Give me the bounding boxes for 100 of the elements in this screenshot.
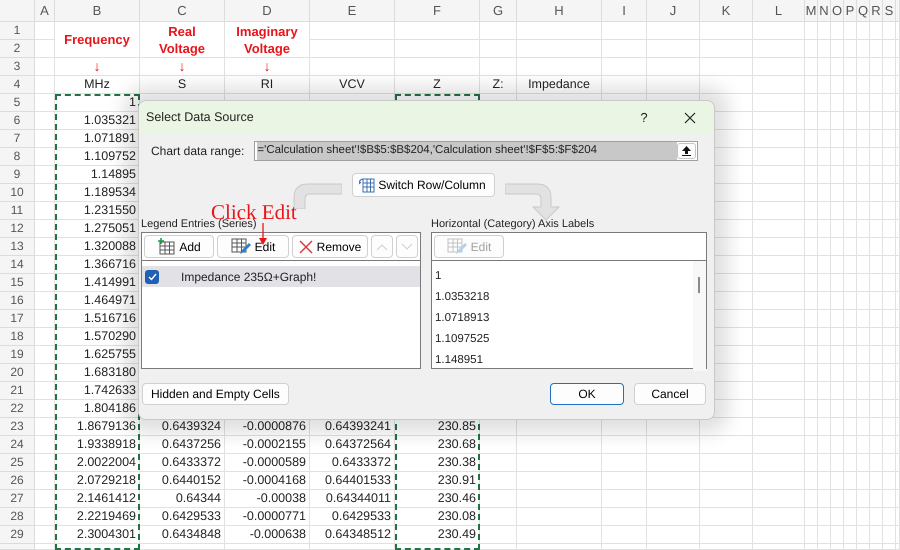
sheet-cell[interactable]: 0.64372564 (310, 436, 395, 454)
sheet-cell[interactable] (818, 400, 831, 418)
sheet-cell[interactable] (700, 454, 753, 472)
sheet-cell[interactable] (700, 544, 753, 550)
sheet-cell[interactable] (870, 238, 883, 256)
sheet-cell[interactable] (753, 382, 805, 400)
sheet-cell[interactable] (818, 238, 831, 256)
sheet-cell[interactable] (844, 58, 857, 76)
row-header[interactable]: 19 (0, 346, 35, 364)
sheet-cell[interactable] (870, 166, 883, 184)
sheet-cell[interactable] (818, 364, 831, 382)
sheet-cell[interactable] (35, 130, 55, 148)
sheet-cell[interactable] (35, 544, 55, 550)
sheet-cell[interactable] (805, 508, 818, 526)
sheet-cell[interactable] (857, 166, 870, 184)
sheet-cell[interactable] (844, 76, 857, 94)
sheet-cell[interactable] (831, 364, 844, 382)
sheet-cell[interactable] (35, 508, 55, 526)
sheet-cell[interactable] (883, 292, 896, 310)
sheet-cell[interactable] (602, 472, 647, 490)
row-header[interactable]: 29 (0, 526, 35, 544)
sheet-cell[interactable] (844, 526, 857, 544)
row-header[interactable]: 23 (0, 418, 35, 436)
sheet-cell[interactable] (753, 526, 805, 544)
sheet-cell[interactable] (818, 490, 831, 508)
sheet-cell[interactable] (753, 112, 805, 130)
sheet-cell[interactable] (35, 328, 55, 346)
sheet-cell[interactable] (480, 22, 517, 40)
sheet-cell[interactable]: 2.0729218 (55, 472, 140, 490)
sheet-cell[interactable] (857, 544, 870, 550)
sheet-cell[interactable] (805, 220, 818, 238)
sheet-cell[interactable] (818, 454, 831, 472)
column-header[interactable]: J (647, 0, 700, 22)
sheet-cell[interactable] (753, 220, 805, 238)
edit-button[interactable]: Edit (217, 235, 289, 258)
sheet-cell[interactable] (647, 58, 700, 76)
sheet-cell[interactable]: 0.6429533 (310, 508, 395, 526)
sheet-cell[interactable] (857, 508, 870, 526)
sheet-cell[interactable]: 230.38 (395, 454, 480, 472)
sheet-cell[interactable] (870, 346, 883, 364)
sheet-cell[interactable] (753, 364, 805, 382)
sheet-cell[interactable]: 230.49 (395, 526, 480, 544)
column-header[interactable]: N (818, 0, 831, 22)
sheet-cell[interactable] (805, 274, 818, 292)
column-header[interactable]: I (602, 0, 647, 22)
row-header[interactable]: 21 (0, 382, 35, 400)
remove-button[interactable]: Remove (292, 235, 368, 258)
sheet-cell[interactable] (805, 364, 818, 382)
row-header[interactable]: 10 (0, 184, 35, 202)
sheet-cell[interactable] (35, 256, 55, 274)
sheet-cell[interactable] (883, 220, 896, 238)
add-button[interactable]: Add (144, 235, 214, 258)
sheet-cell[interactable]: 0.64344011 (310, 490, 395, 508)
sheet-cell[interactable]: -0.00038 (225, 490, 310, 508)
sheet-cell[interactable] (480, 490, 517, 508)
sheet-cell[interactable] (700, 472, 753, 490)
sheet-cell[interactable] (753, 310, 805, 328)
sheet-cell[interactable]: 2.1461412 (55, 490, 140, 508)
sheet-cell[interactable] (844, 22, 857, 40)
sheet-cell[interactable] (844, 130, 857, 148)
sheet-cell[interactable] (480, 544, 517, 550)
row-header[interactable]: 3 (0, 58, 35, 76)
sheet-cell[interactable] (844, 544, 857, 550)
hidden-empty-cells-button[interactable]: Hidden and Empty Cells (142, 383, 289, 405)
sheet-cell[interactable] (517, 58, 602, 76)
sheet-cell[interactable] (818, 130, 831, 148)
axis-label-item[interactable]: 1.0718913 (435, 308, 693, 329)
sheet-cell[interactable] (870, 364, 883, 382)
sheet-cell[interactable] (857, 472, 870, 490)
sheet-cell[interactable] (35, 364, 55, 382)
sheet-cell[interactable] (870, 220, 883, 238)
sheet-cell[interactable] (517, 454, 602, 472)
sheet-cell[interactable] (857, 490, 870, 508)
sheet-cell[interactable] (35, 490, 55, 508)
sheet-cell[interactable] (857, 310, 870, 328)
sheet-cell[interactable] (818, 436, 831, 454)
sheet-cell[interactable]: MHz (55, 76, 140, 94)
sheet-cell[interactable] (818, 508, 831, 526)
column-header[interactable]: D (225, 0, 310, 22)
sheet-cell[interactable] (818, 274, 831, 292)
select-all-corner[interactable] (0, 0, 35, 22)
sheet-cell[interactable] (35, 148, 55, 166)
sheet-cell[interactable] (700, 508, 753, 526)
sheet-cell[interactable] (870, 202, 883, 220)
column-header[interactable]: A (35, 0, 55, 22)
sheet-cell[interactable] (870, 490, 883, 508)
sheet-cell[interactable] (35, 22, 55, 40)
sheet-cell[interactable] (844, 310, 857, 328)
sheet-cell[interactable] (883, 202, 896, 220)
sheet-cell[interactable] (35, 184, 55, 202)
sheet-cell[interactable] (805, 76, 818, 94)
sheet-cell[interactable] (805, 472, 818, 490)
sheet-cell[interactable] (831, 382, 844, 400)
sheet-cell[interactable] (753, 22, 805, 40)
sheet-cell[interactable] (818, 112, 831, 130)
sheet-cell[interactable] (753, 166, 805, 184)
column-header[interactable]: Q (857, 0, 870, 22)
sheet-cell[interactable] (857, 382, 870, 400)
sheet-cell[interactable] (870, 508, 883, 526)
sheet-cell[interactable]: -0.000638 (225, 526, 310, 544)
